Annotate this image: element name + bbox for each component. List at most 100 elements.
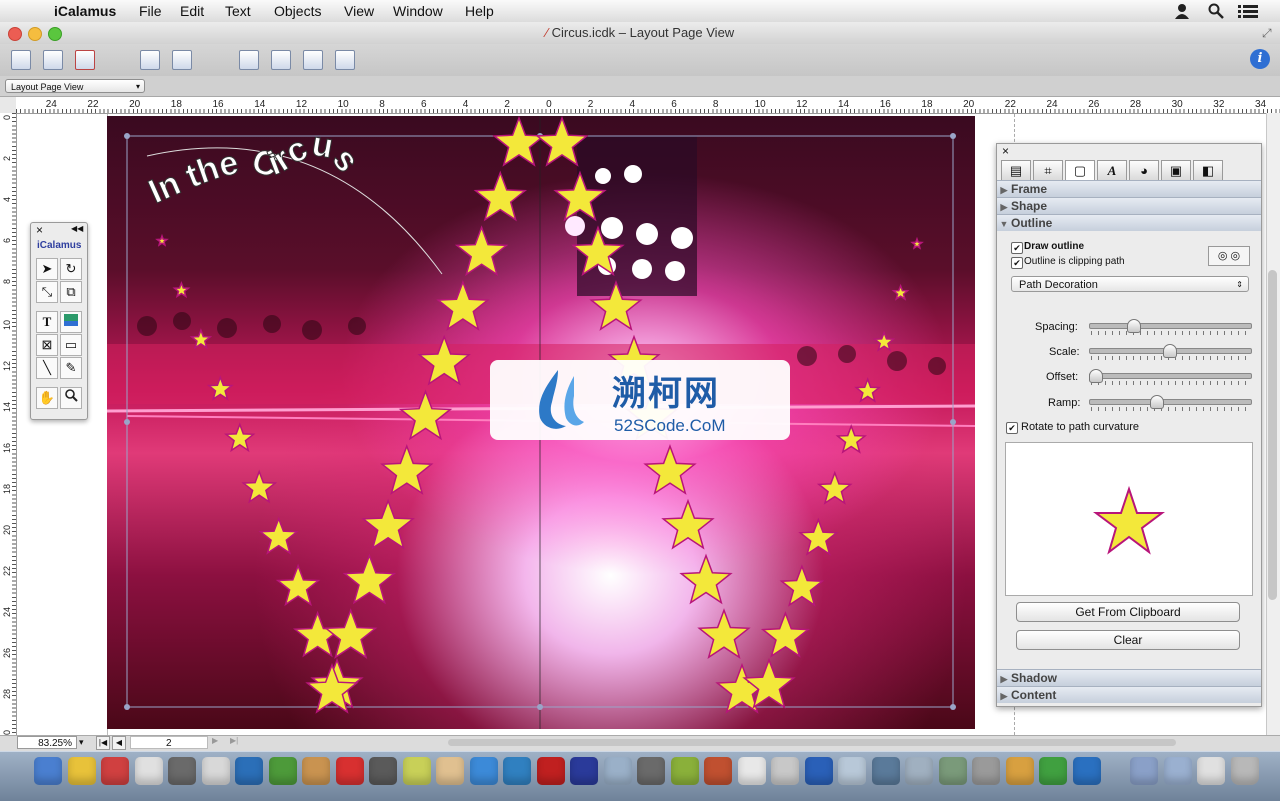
dock-qr-code-icon[interactable]	[235, 757, 263, 785]
palette-collapse-icon[interactable]: ◀◀	[71, 224, 83, 233]
dock-address-book-icon[interactable]	[168, 757, 196, 785]
clear-button[interactable]: Clear	[1016, 630, 1240, 650]
dock-applications-folder-icon[interactable]	[1130, 757, 1158, 785]
dock-network-icon[interactable]	[1072, 757, 1101, 785]
dock-monitor-app-icon[interactable]	[938, 757, 967, 785]
rotate-curvature-checkbox[interactable]: ✔	[1006, 422, 1018, 434]
dock-preview-alt-icon[interactable]	[134, 757, 163, 785]
layer-merge-icon[interactable]	[335, 50, 355, 70]
dock-pages-icon[interactable]	[804, 757, 833, 785]
previous-page-icon[interactable]: ◀	[112, 736, 126, 750]
spotlight-search-icon[interactable]	[1208, 3, 1224, 22]
dock-money-icon[interactable]	[268, 757, 297, 785]
offset-slider-knob[interactable]	[1089, 369, 1103, 383]
dock-joystick-icon[interactable]	[637, 757, 665, 785]
dock-brush-icon[interactable]	[536, 757, 565, 785]
tab-document-icon[interactable]: ▤	[1001, 160, 1031, 180]
tab-image-icon[interactable]: ▣	[1161, 160, 1191, 180]
menu-app[interactable]: iCalamus	[54, 3, 116, 19]
tab-outline-icon[interactable]: ▢	[1065, 160, 1095, 180]
dock-finder-icon[interactable]	[34, 757, 62, 785]
dock-camera-app-icon[interactable]	[369, 757, 397, 785]
rectangle-tool-icon[interactable]: ▭	[60, 334, 82, 356]
horizontal-scroll-thumb[interactable]	[448, 739, 1176, 746]
dock-disk-utility-icon[interactable]	[905, 757, 933, 785]
tab-save-icon[interactable]: ◧	[1193, 160, 1223, 180]
dock-green-app-icon[interactable]	[1039, 757, 1067, 785]
zoom-tool-icon[interactable]	[60, 387, 82, 409]
dock-ruler-icon[interactable]	[704, 757, 732, 785]
dock-safari-icon[interactable]	[469, 757, 498, 785]
dock-documents-folder-icon[interactable]	[1163, 757, 1192, 785]
layer-stack-icon[interactable]	[239, 50, 259, 70]
scale-slider-knob[interactable]	[1163, 344, 1177, 358]
menu-text[interactable]: Text	[225, 3, 251, 19]
vertical-scroll-thumb[interactable]	[1268, 270, 1277, 600]
dock-preview-icon[interactable]	[101, 757, 129, 785]
dock-world-icon[interactable]	[503, 757, 531, 785]
section-shadow[interactable]: ▶ Shadow	[997, 669, 1261, 686]
first-page-icon[interactable]: |◀	[96, 736, 110, 750]
menu-help[interactable]: Help	[465, 3, 494, 19]
shear-tool-icon[interactable]: ⧉	[60, 281, 82, 303]
dock-pdf-app-icon[interactable]	[67, 757, 96, 785]
menu-edit[interactable]: Edit	[180, 3, 204, 19]
dock-clock-icon[interactable]	[603, 757, 632, 785]
spacing-slider[interactable]	[1089, 323, 1252, 329]
outline-mode-toggle-icon[interactable]: ◎ ◎	[1208, 246, 1250, 266]
dock-drawer-icon[interactable]	[1005, 757, 1034, 785]
ramp-slider[interactable]	[1089, 399, 1252, 405]
user-icon[interactable]	[1174, 3, 1190, 22]
new-page-icon[interactable]	[43, 50, 63, 70]
page-list-icon[interactable]	[11, 50, 31, 70]
dock-system-app-icon[interactable]	[972, 757, 1000, 785]
text-tool-icon[interactable]: T	[36, 311, 58, 333]
hand-tool-icon[interactable]: ✋	[36, 387, 58, 409]
tab-color-icon[interactable]: ◕	[1129, 160, 1159, 180]
next-page-icon[interactable]: ▶	[212, 736, 218, 745]
offset-slider[interactable]	[1089, 373, 1252, 379]
scale-tool-icon[interactable]: ⤡	[36, 281, 58, 303]
decoration-preview[interactable]	[1005, 442, 1253, 596]
menu-objects[interactable]: Objects	[274, 3, 321, 19]
last-page-icon[interactable]: ▶|	[230, 736, 238, 745]
layer-back-icon[interactable]	[303, 50, 323, 70]
arc-title-text[interactable]: In the Circus	[142, 124, 366, 211]
panel-close-icon[interactable]: ×	[1002, 144, 1009, 158]
dock-vlc-icon[interactable]	[771, 757, 799, 785]
image-tool-icon[interactable]	[60, 311, 82, 333]
ramp-slider-knob[interactable]	[1150, 395, 1164, 409]
palette-close-icon[interactable]: ×	[36, 223, 43, 237]
image-frame-tool-icon[interactable]: ⊠	[36, 334, 58, 356]
section-frame[interactable]: ▶ Frame	[997, 180, 1261, 197]
dock-pen-icon[interactable]	[670, 757, 699, 785]
menu-view[interactable]: View	[344, 3, 374, 19]
frame-select-icon[interactable]	[140, 50, 160, 70]
zoom-field[interactable]: 83.25%	[17, 736, 77, 749]
dock-files-icon[interactable]	[1197, 757, 1225, 785]
section-content[interactable]: ▶ Content	[997, 686, 1261, 703]
spacing-slider-knob[interactable]	[1127, 319, 1141, 333]
zoom-dropdown-icon[interactable]: ▾	[79, 737, 84, 748]
frame-edit-icon[interactable]	[172, 50, 192, 70]
dock-calendar-alt-icon[interactable]	[302, 757, 330, 785]
dock-notepad-icon[interactable]	[737, 757, 766, 785]
pdf-page-icon[interactable]	[75, 50, 95, 70]
menu-file[interactable]: File	[139, 3, 162, 19]
dock-video-app-icon[interactable]	[871, 757, 900, 785]
dock-lamp-icon[interactable]	[402, 757, 431, 785]
get-from-clipboard-button[interactable]: Get From Clipboard	[1016, 602, 1240, 622]
select-arrow-tool-icon[interactable]: ➤	[36, 258, 58, 280]
tab-text-icon[interactable]: A	[1097, 160, 1127, 180]
section-shape[interactable]: ▶ Shape	[997, 197, 1261, 214]
pen-tool-icon[interactable]: ✎	[60, 357, 82, 379]
dock-pdf-reader-icon[interactable]	[570, 757, 598, 785]
info-icon[interactable]: i	[1250, 49, 1270, 69]
dock-monkey-icon[interactable]	[436, 757, 464, 785]
layer-front-icon[interactable]	[271, 50, 291, 70]
dock-globe-app-icon[interactable]	[335, 757, 364, 785]
section-outline[interactable]: ▼ Outline	[997, 214, 1261, 231]
rotate-tool-icon[interactable]: ↻	[60, 258, 82, 280]
clipping-path-checkbox[interactable]: ✔	[1011, 257, 1023, 269]
line-tool-icon[interactable]: ╲	[36, 357, 58, 379]
